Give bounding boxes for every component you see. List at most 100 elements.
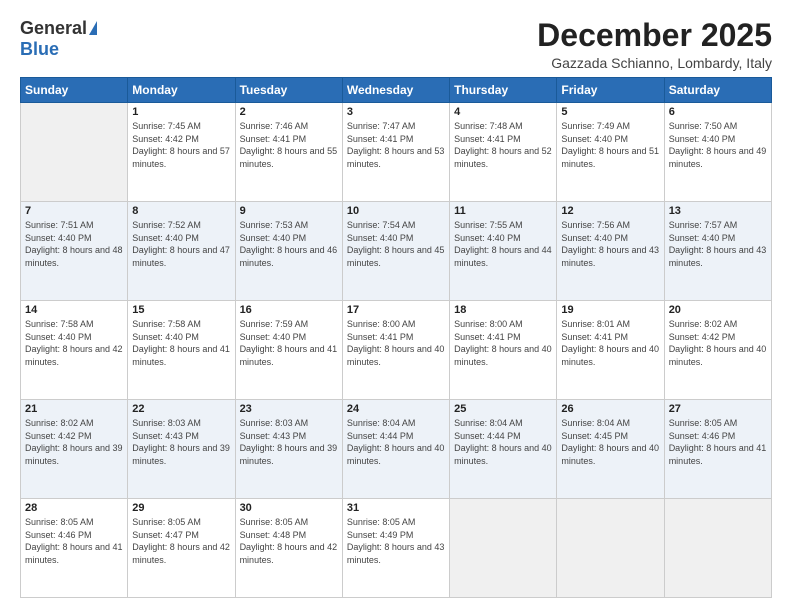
day-number: 24 bbox=[347, 403, 445, 415]
table-row: 9Sunrise: 7:53 AM Sunset: 4:40 PM Daylig… bbox=[235, 202, 342, 301]
col-saturday: Saturday bbox=[664, 78, 771, 103]
table-row: 5 Sunrise: 7:49 AM Sunset: 4:40 PM Daylig… bbox=[557, 103, 664, 202]
title-block: December 2025 Gazzada Schianno, Lombardy… bbox=[537, 18, 772, 71]
day-number: 21 bbox=[25, 403, 123, 415]
day-number: 1 bbox=[132, 106, 230, 118]
cell-sun-info: Sunrise: 7:49 AM Sunset: 4:40 PM Dayligh… bbox=[561, 120, 659, 170]
day-number: 23 bbox=[240, 403, 338, 415]
table-row: 17Sunrise: 8:00 AM Sunset: 4:41 PM Dayli… bbox=[342, 301, 449, 400]
col-thursday: Thursday bbox=[450, 78, 557, 103]
cell-sun-info: Sunrise: 7:58 AM Sunset: 4:40 PM Dayligh… bbox=[25, 318, 123, 368]
table-row: 11Sunrise: 7:55 AM Sunset: 4:40 PM Dayli… bbox=[450, 202, 557, 301]
day-number: 10 bbox=[347, 205, 445, 217]
day-number: 22 bbox=[132, 403, 230, 415]
cell-sun-info: Sunrise: 8:01 AM Sunset: 4:41 PM Dayligh… bbox=[561, 318, 659, 368]
day-number: 29 bbox=[132, 502, 230, 514]
table-row: 26Sunrise: 8:04 AM Sunset: 4:45 PM Dayli… bbox=[557, 400, 664, 499]
col-sunday: Sunday bbox=[21, 78, 128, 103]
logo-blue-text: Blue bbox=[20, 39, 59, 60]
day-number: 15 bbox=[132, 304, 230, 316]
calendar-week-row: 7Sunrise: 7:51 AM Sunset: 4:40 PM Daylig… bbox=[21, 202, 772, 301]
cell-sun-info: Sunrise: 8:05 AM Sunset: 4:46 PM Dayligh… bbox=[669, 417, 767, 467]
logo-triangle-icon bbox=[89, 21, 97, 35]
col-wednesday: Wednesday bbox=[342, 78, 449, 103]
cell-sun-info: Sunrise: 7:47 AM Sunset: 4:41 PM Dayligh… bbox=[347, 120, 445, 170]
table-row: 18 Sunrise: 8:00 AM Sunset: 4:41 PM Dayli… bbox=[450, 301, 557, 400]
cell-sun-info: Sunrise: 8:03 AM Sunset: 4:43 PM Dayligh… bbox=[240, 417, 338, 467]
cell-sun-info: Sunrise: 8:04 AM Sunset: 4:44 PM Dayligh… bbox=[454, 417, 552, 467]
day-number: 11 bbox=[454, 205, 552, 217]
day-number: 20 bbox=[669, 304, 767, 316]
table-row: 8Sunrise: 7:52 AM Sunset: 4:40 PM Daylig… bbox=[128, 202, 235, 301]
table-row: 27 Sunrise: 8:05 AM Sunset: 4:46 PM Dayli… bbox=[664, 400, 771, 499]
table-row: 16Sunrise: 7:59 AM Sunset: 4:40 PM Dayli… bbox=[235, 301, 342, 400]
table-row: 6 Sunrise: 7:50 AM Sunset: 4:40 PM Daylig… bbox=[664, 103, 771, 202]
page: General Blue December 2025 Gazzada Schia… bbox=[0, 0, 792, 612]
day-number: 5 bbox=[561, 106, 659, 118]
calendar-week-row: 28 Sunrise: 8:05 AM Sunset: 4:46 PM Dayli… bbox=[21, 499, 772, 598]
day-number: 18 bbox=[454, 304, 552, 316]
cell-sun-info: Sunrise: 8:00 AM Sunset: 4:41 PM Dayligh… bbox=[347, 318, 445, 368]
cell-sun-info: Sunrise: 8:02 AM Sunset: 4:42 PM Dayligh… bbox=[25, 417, 123, 467]
cell-sun-info: Sunrise: 8:03 AM Sunset: 4:43 PM Dayligh… bbox=[132, 417, 230, 467]
table-row: 12Sunrise: 7:56 AM Sunset: 4:40 PM Dayli… bbox=[557, 202, 664, 301]
day-number: 16 bbox=[240, 304, 338, 316]
table-row: 14Sunrise: 7:58 AM Sunset: 4:40 PM Dayli… bbox=[21, 301, 128, 400]
table-row: 28 Sunrise: 8:05 AM Sunset: 4:46 PM Dayli… bbox=[21, 499, 128, 598]
cell-sun-info: Sunrise: 7:46 AM Sunset: 4:41 PM Dayligh… bbox=[240, 120, 338, 170]
table-row: 4 Sunrise: 7:48 AM Sunset: 4:41 PM Daylig… bbox=[450, 103, 557, 202]
table-row: 1 Sunrise: 7:45 AM Sunset: 4:42 PM Daylig… bbox=[128, 103, 235, 202]
col-tuesday: Tuesday bbox=[235, 78, 342, 103]
cell-sun-info: Sunrise: 8:05 AM Sunset: 4:46 PM Dayligh… bbox=[25, 516, 123, 566]
day-number: 9 bbox=[240, 205, 338, 217]
table-row: 2 Sunrise: 7:46 AM Sunset: 4:41 PM Daylig… bbox=[235, 103, 342, 202]
table-row: 15Sunrise: 7:58 AM Sunset: 4:40 PM Dayli… bbox=[128, 301, 235, 400]
table-row: 31Sunrise: 8:05 AM Sunset: 4:49 PM Dayli… bbox=[342, 499, 449, 598]
cell-sun-info: Sunrise: 7:56 AM Sunset: 4:40 PM Dayligh… bbox=[561, 219, 659, 269]
table-row bbox=[664, 499, 771, 598]
table-row: 24 Sunrise: 8:04 AM Sunset: 4:44 PM Dayli… bbox=[342, 400, 449, 499]
table-row: 25Sunrise: 8:04 AM Sunset: 4:44 PM Dayli… bbox=[450, 400, 557, 499]
table-row: 19Sunrise: 8:01 AM Sunset: 4:41 PM Dayli… bbox=[557, 301, 664, 400]
table-row: 23 Sunrise: 8:03 AM Sunset: 4:43 PM Dayli… bbox=[235, 400, 342, 499]
table-row: 22 Sunrise: 8:03 AM Sunset: 4:43 PM Dayli… bbox=[128, 400, 235, 499]
cell-sun-info: Sunrise: 8:05 AM Sunset: 4:48 PM Dayligh… bbox=[240, 516, 338, 566]
cell-sun-info: Sunrise: 8:04 AM Sunset: 4:44 PM Dayligh… bbox=[347, 417, 445, 467]
table-row: 29 Sunrise: 8:05 AM Sunset: 4:47 PM Dayli… bbox=[128, 499, 235, 598]
cell-sun-info: Sunrise: 7:57 AM Sunset: 4:40 PM Dayligh… bbox=[669, 219, 767, 269]
logo-general-text: General bbox=[20, 18, 87, 39]
table-row: 10 Sunrise: 7:54 AM Sunset: 4:40 PM Dayli… bbox=[342, 202, 449, 301]
cell-sun-info: Sunrise: 8:02 AM Sunset: 4:42 PM Dayligh… bbox=[669, 318, 767, 368]
table-row: 20 Sunrise: 8:02 AM Sunset: 4:42 PM Dayli… bbox=[664, 301, 771, 400]
table-row: 30Sunrise: 8:05 AM Sunset: 4:48 PM Dayli… bbox=[235, 499, 342, 598]
cell-sun-info: Sunrise: 7:48 AM Sunset: 4:41 PM Dayligh… bbox=[454, 120, 552, 170]
day-number: 28 bbox=[25, 502, 123, 514]
calendar-week-row: 14Sunrise: 7:58 AM Sunset: 4:40 PM Dayli… bbox=[21, 301, 772, 400]
header: General Blue December 2025 Gazzada Schia… bbox=[20, 18, 772, 71]
cell-sun-info: Sunrise: 8:05 AM Sunset: 4:47 PM Dayligh… bbox=[132, 516, 230, 566]
cell-sun-info: Sunrise: 7:51 AM Sunset: 4:40 PM Dayligh… bbox=[25, 219, 123, 269]
cell-sun-info: Sunrise: 7:50 AM Sunset: 4:40 PM Dayligh… bbox=[669, 120, 767, 170]
day-number: 26 bbox=[561, 403, 659, 415]
day-number: 31 bbox=[347, 502, 445, 514]
day-number: 2 bbox=[240, 106, 338, 118]
day-number: 6 bbox=[669, 106, 767, 118]
table-row bbox=[450, 499, 557, 598]
calendar-week-row: 21 Sunrise: 8:02 AM Sunset: 4:42 PM Dayli… bbox=[21, 400, 772, 499]
calendar-table: Sunday Monday Tuesday Wednesday Thursday… bbox=[20, 77, 772, 598]
day-number: 4 bbox=[454, 106, 552, 118]
day-number: 27 bbox=[669, 403, 767, 415]
calendar-header-row: Sunday Monday Tuesday Wednesday Thursday… bbox=[21, 78, 772, 103]
cell-sun-info: Sunrise: 7:54 AM Sunset: 4:40 PM Dayligh… bbox=[347, 219, 445, 269]
day-number: 13 bbox=[669, 205, 767, 217]
col-monday: Monday bbox=[128, 78, 235, 103]
location: Gazzada Schianno, Lombardy, Italy bbox=[537, 55, 772, 71]
cell-sun-info: Sunrise: 7:52 AM Sunset: 4:40 PM Dayligh… bbox=[132, 219, 230, 269]
table-row: 3Sunrise: 7:47 AM Sunset: 4:41 PM Daylig… bbox=[342, 103, 449, 202]
table-row: 21 Sunrise: 8:02 AM Sunset: 4:42 PM Dayli… bbox=[21, 400, 128, 499]
cell-sun-info: Sunrise: 7:45 AM Sunset: 4:42 PM Dayligh… bbox=[132, 120, 230, 170]
table-row: 13 Sunrise: 7:57 AM Sunset: 4:40 PM Dayli… bbox=[664, 202, 771, 301]
table-row bbox=[21, 103, 128, 202]
cell-sun-info: Sunrise: 8:00 AM Sunset: 4:41 PM Dayligh… bbox=[454, 318, 552, 368]
table-row bbox=[557, 499, 664, 598]
